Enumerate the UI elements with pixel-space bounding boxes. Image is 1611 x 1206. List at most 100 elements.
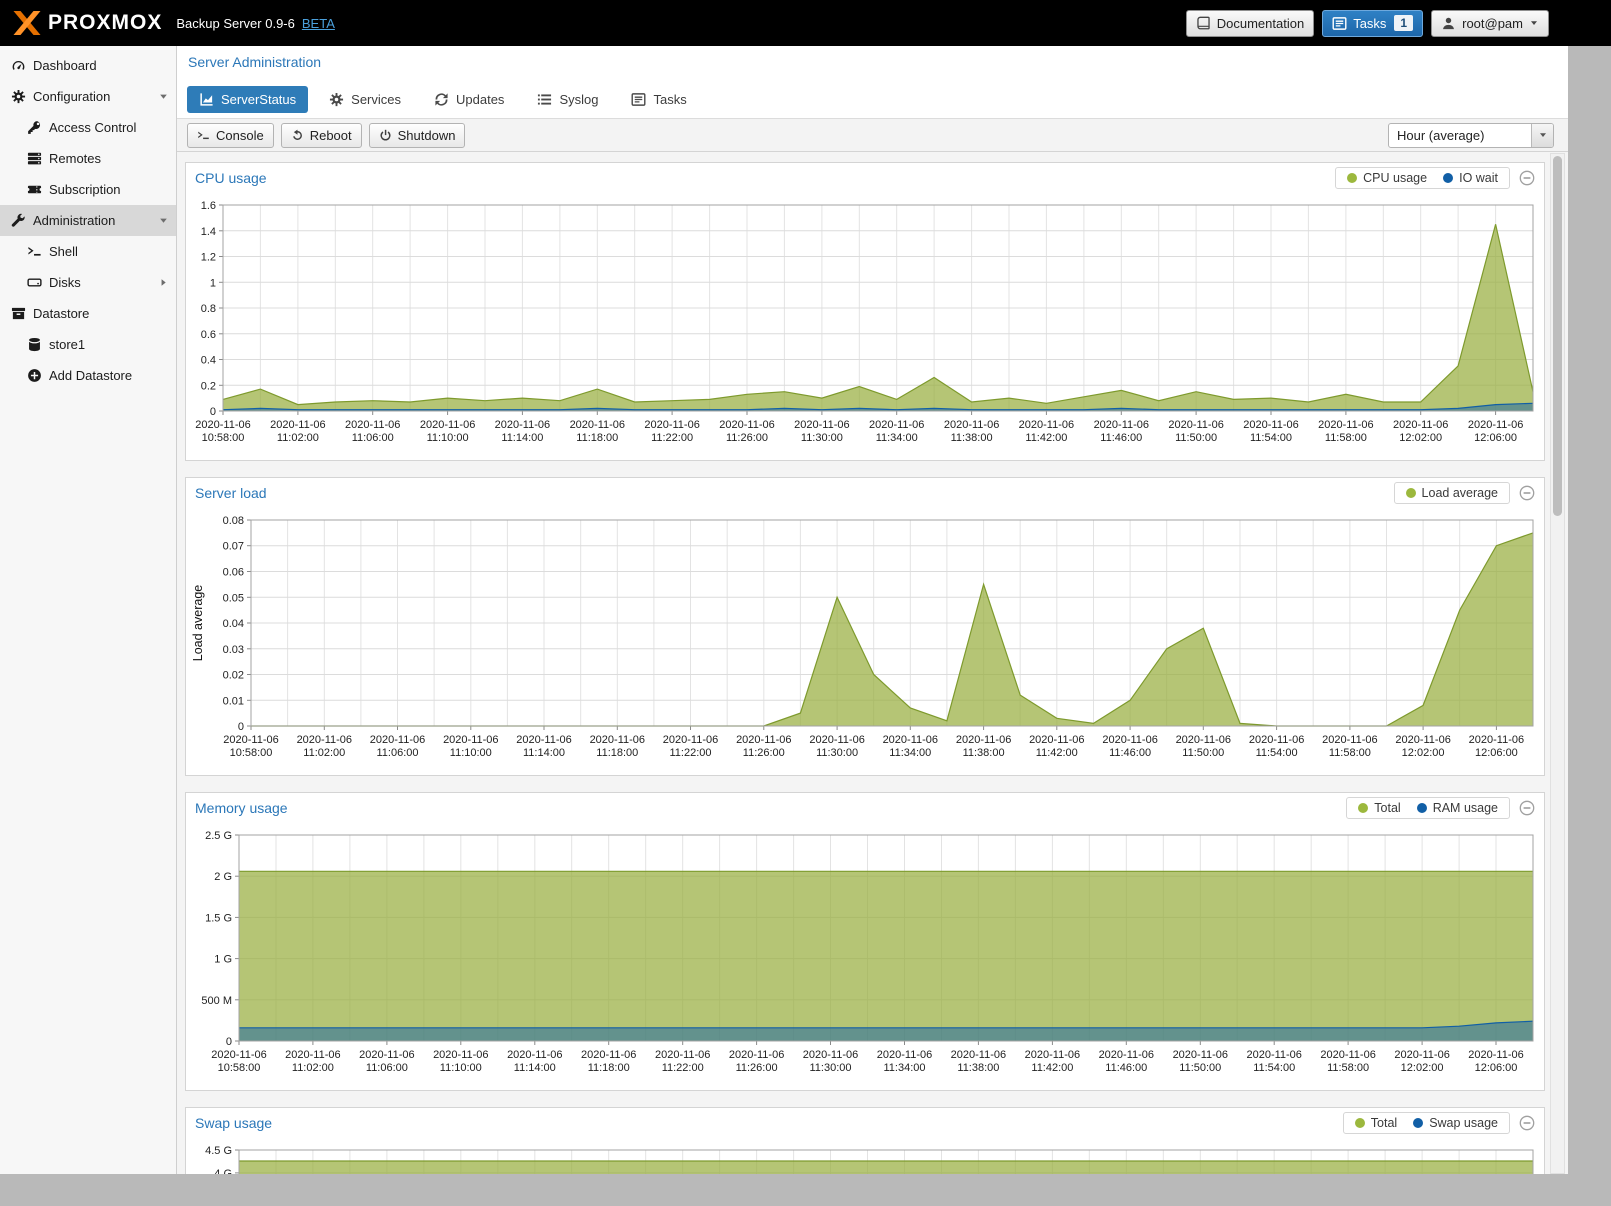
user-menu-button[interactable]: root@pam — [1431, 10, 1549, 37]
datastore-icon — [11, 306, 26, 321]
tasks-button[interactable]: Tasks 1 — [1322, 10, 1423, 37]
svg-text:2020-11-06: 2020-11-06 — [433, 1049, 488, 1061]
scrollbar[interactable] — [1550, 153, 1565, 1174]
chart-legend: CPU usageIO wait — [1335, 167, 1510, 189]
collapse-panel-icon[interactable] — [1519, 485, 1535, 501]
svg-text:2020-11-06: 2020-11-06 — [644, 419, 699, 431]
sidebar-item-access-control[interactable]: Access Control — [0, 112, 176, 143]
collapse-panel-icon[interactable] — [1519, 170, 1535, 186]
svg-text:2020-11-06: 2020-11-06 — [590, 734, 645, 746]
svg-text:2020-11-06: 2020-11-06 — [1099, 1049, 1154, 1061]
key-icon — [27, 120, 42, 135]
console-button[interactable]: Console — [187, 123, 274, 148]
sidebar-item-configuration[interactable]: Configuration — [0, 81, 176, 112]
collapse-panel-icon[interactable] — [1519, 1115, 1535, 1131]
beta-link[interactable]: BETA — [302, 16, 335, 31]
sidebar-item-add-datastore[interactable]: Add Datastore — [0, 360, 176, 391]
svg-text:11:46:00: 11:46:00 — [1100, 432, 1142, 444]
tab-tasks[interactable]: Tasks — [619, 86, 698, 113]
tab-updates[interactable]: Updates — [422, 86, 516, 113]
shutdown-button[interactable]: Shutdown — [369, 123, 466, 148]
database-icon — [27, 337, 42, 352]
svg-text:10:58:00: 10:58:00 — [202, 432, 245, 444]
svg-text:11:58:00: 11:58:00 — [1329, 747, 1371, 759]
wrench-icon — [11, 213, 26, 228]
sidebar-item-remotes[interactable]: Remotes — [0, 143, 176, 174]
svg-text:11:26:00: 11:26:00 — [743, 747, 785, 759]
tab-services[interactable]: Services — [317, 86, 413, 113]
svg-text:11:26:00: 11:26:00 — [736, 1062, 778, 1074]
svg-text:0.4: 0.4 — [201, 355, 216, 367]
svg-text:2020-11-06: 2020-11-06 — [869, 419, 924, 431]
sidebar-item-shell[interactable]: Shell — [0, 236, 176, 267]
legend-label: Load average — [1422, 486, 1498, 500]
caret-down-icon[interactable] — [158, 215, 169, 226]
tasks-count-badge: 1 — [1394, 15, 1413, 31]
sidebar-item-label: Subscription — [49, 182, 121, 197]
chart-memory-usage: 2020-11-0610:58:002020-11-0611:02:002020… — [189, 825, 1539, 1081]
combo-trigger[interactable] — [1531, 124, 1553, 147]
sidebar-item-label: Shell — [49, 244, 78, 259]
tab-label: Updates — [456, 92, 504, 107]
legend-item: Swap usage — [1413, 1116, 1498, 1130]
chart-body: 2020-11-0610:58:002020-11-0611:02:002020… — [186, 823, 1544, 1090]
svg-text:2020-11-06: 2020-11-06 — [1320, 1049, 1375, 1061]
tab-serverstatus[interactable]: ServerStatus — [187, 86, 308, 113]
panel-title: CPU usage — [195, 170, 267, 186]
panel-cpu-usage: CPU usage CPU usageIO wait 2020-11-06 10:58… — [185, 162, 1545, 461]
svg-text:11:26:00: 11:26:00 — [726, 432, 768, 444]
gears-icon — [11, 89, 26, 104]
svg-text:2020-11-06: 2020-11-06 — [270, 419, 325, 431]
reboot-button[interactable]: Reboot — [281, 123, 362, 148]
svg-text:2020-11-06: 2020-11-06 — [285, 1049, 340, 1061]
svg-text:2020-11-06: 2020-11-06 — [223, 734, 278, 746]
svg-text:1 G: 1 G — [214, 954, 232, 966]
svg-text:11:38:00: 11:38:00 — [951, 432, 993, 444]
panel-title: Memory usage — [195, 800, 288, 816]
svg-text:0.03: 0.03 — [223, 644, 244, 656]
svg-text:11:46:00: 11:46:00 — [1105, 1062, 1147, 1074]
timeframe-select[interactable]: Hour (average) — [1388, 123, 1554, 148]
sidebar-item-administration[interactable]: Administration — [0, 205, 176, 236]
svg-text:2020-11-06: 2020-11-06 — [570, 419, 625, 431]
svg-text:10:58:00: 10:58:00 — [218, 1062, 261, 1074]
sidebar-item-store1[interactable]: store1 — [0, 329, 176, 360]
svg-text:11:54:00: 11:54:00 — [1253, 1062, 1295, 1074]
legend-label: Total — [1374, 801, 1400, 815]
panel-header: Swap usageTotalSwap usage — [186, 1108, 1544, 1138]
svg-text:11:54:00: 11:54:00 — [1250, 432, 1292, 444]
svg-text:11:14:00: 11:14:00 — [501, 432, 543, 444]
svg-text:11:30:00: 11:30:00 — [816, 747, 858, 759]
remotes-icon — [27, 151, 42, 166]
sidebar-item-label: Remotes — [49, 151, 101, 166]
svg-text:11:06:00: 11:06:00 — [352, 432, 394, 444]
caret-right-icon[interactable] — [158, 277, 169, 288]
svg-text:2020-11-06: 2020-11-06 — [443, 734, 498, 746]
list-icon — [537, 92, 552, 107]
caret-down-icon[interactable] — [158, 91, 169, 102]
collapse-panel-icon[interactable] — [1519, 800, 1535, 816]
svg-text:0.06: 0.06 — [223, 567, 244, 579]
sidebar-item-subscription[interactable]: Subscription — [0, 174, 176, 205]
toolbar-buttons: Console Reboot Shutdown — [187, 123, 465, 148]
chart-body: 2020-11-0610:58:002020-11-0611:02:002020… — [186, 193, 1544, 460]
sidebar-item-disks[interactable]: Disks — [0, 267, 176, 298]
svg-text:2020-11-06: 2020-11-06 — [944, 419, 999, 431]
svg-text:11:34:00: 11:34:00 — [883, 1062, 925, 1074]
svg-text:2020-11-06: 2020-11-06 — [1176, 734, 1231, 746]
svg-text:11:50:00: 11:50:00 — [1179, 1062, 1221, 1074]
svg-text:11:50:00: 11:50:00 — [1175, 432, 1217, 444]
sidebar-item-datastore[interactable]: Datastore — [0, 298, 176, 329]
sidebar-item-label: store1 — [49, 337, 85, 352]
documentation-button[interactable]: Documentation — [1186, 10, 1314, 37]
svg-text:2020-11-06: 2020-11-06 — [495, 419, 550, 431]
chart-legend: Load average — [1394, 482, 1510, 504]
tab-syslog[interactable]: Syslog — [525, 86, 610, 113]
sidebar-item-label: Access Control — [49, 120, 136, 135]
legend-item: Total — [1358, 801, 1400, 815]
chart-legend: TotalSwap usage — [1343, 1112, 1510, 1134]
sidebar-item-dashboard[interactable]: Dashboard — [0, 50, 176, 81]
scrollbar-thumb[interactable] — [1553, 156, 1562, 516]
svg-text:1.6: 1.6 — [201, 200, 216, 212]
svg-text:11:02:00: 11:02:00 — [292, 1062, 334, 1074]
